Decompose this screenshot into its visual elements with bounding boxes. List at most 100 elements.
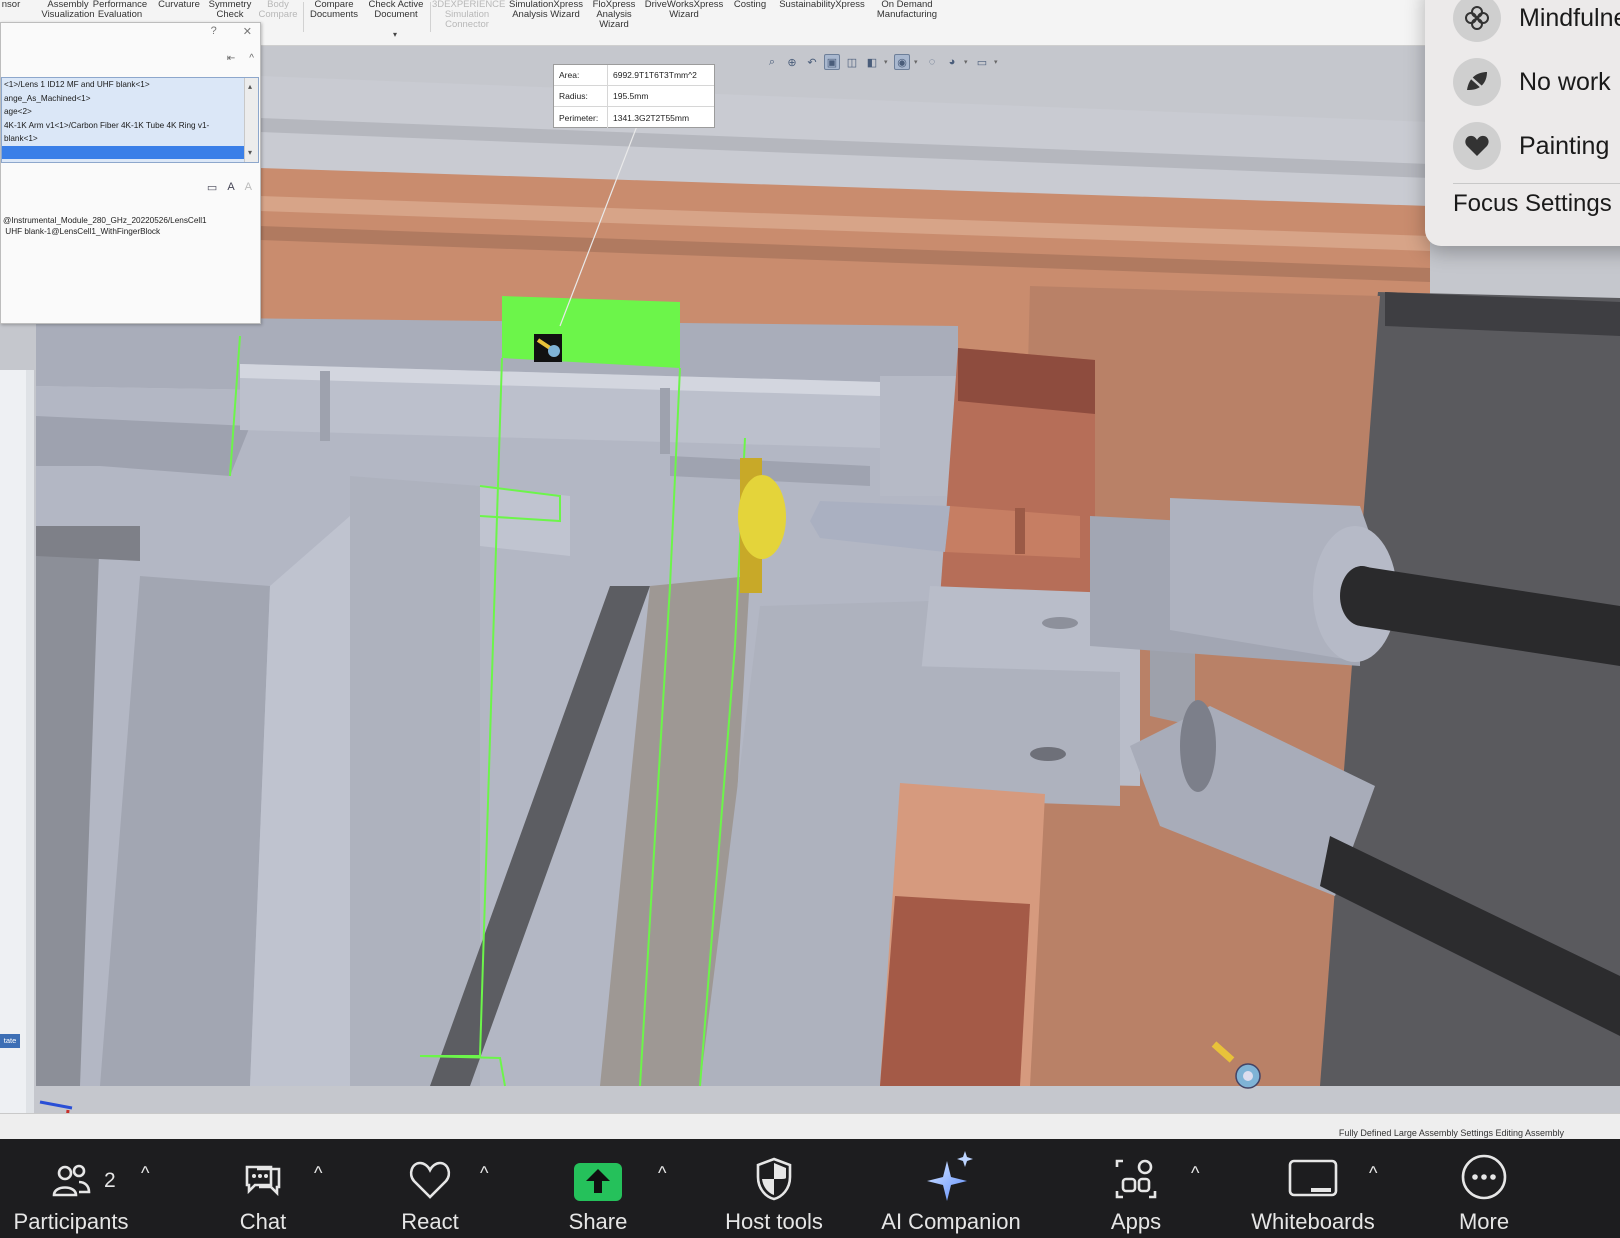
list-item[interactable]: age<2> — [2, 105, 258, 119]
focus-item-painting[interactable]: Painting — [1453, 122, 1609, 170]
ribbon-curvature-button[interactable]: Curvature — [156, 0, 202, 10]
participants-button[interactable]: Participants — [4, 1139, 138, 1238]
ribbon-sensor-button[interactable]: nsor — [0, 0, 22, 10]
focus-item-label: Painting — [1519, 131, 1610, 160]
ribbon-sustainabilityxpress-button[interactable]: SustainabilityXpress — [774, 0, 870, 10]
ribbon-separator — [303, 2, 304, 32]
whiteboard-icon — [1287, 1139, 1339, 1201]
focus-item-mindfulness[interactable]: Mindfulness — [1453, 0, 1620, 42]
chevron-down-icon[interactable]: ▾ — [393, 30, 397, 39]
chevron-down-icon[interactable]: ▾ — [914, 58, 920, 66]
display-style-icon[interactable]: ◉ — [894, 54, 910, 70]
react-button[interactable]: React — [390, 1139, 470, 1238]
chat-button[interactable]: Chat — [228, 1139, 298, 1238]
ribbon-body-compare-button[interactable]: Body Compare — [258, 0, 298, 20]
list-item[interactable]: <1>/Lens 1 ID12 MF and UHF blank<1> — [2, 78, 258, 92]
tab-state[interactable]: tate — [0, 1034, 20, 1048]
whiteboards-button[interactable]: Whiteboards — [1238, 1139, 1388, 1238]
chat-caret-icon[interactable]: ^ — [314, 1163, 322, 1184]
ribbon-3dexperience-simulation-connector-button[interactable]: 3DEXPERIENCE Simulation Connector — [432, 0, 505, 30]
selection-list[interactable]: <1>/Lens 1 ID12 MF and UHF blank<1> ange… — [1, 77, 259, 163]
units-icon[interactable]: ▭ — [207, 181, 217, 194]
react-caret-icon[interactable]: ^ — [480, 1163, 488, 1184]
copper-lower-dark — [880, 896, 1030, 1086]
ribbon-check-active-document-button[interactable]: Check Active Document — [364, 0, 428, 20]
feature-tree-strip: tate — [0, 370, 34, 1113]
ribbon-floxpress-button[interactable]: FloXpress Analysis Wizard — [590, 0, 638, 30]
rod-end-block — [880, 376, 958, 496]
rod-seam — [660, 388, 670, 454]
housing-left-column-top — [36, 526, 140, 561]
chat-icon — [241, 1139, 285, 1201]
vertical-scrollbar[interactable] — [26, 370, 34, 1113]
share-icon — [574, 1139, 622, 1201]
share-caret-icon[interactable]: ^ — [658, 1163, 666, 1184]
ribbon-simulationxpress-button[interactable]: SimulationXpress Analysis Wizard — [506, 0, 586, 20]
share-button[interactable]: Share — [560, 1139, 636, 1238]
ribbon-costing-button[interactable]: Costing — [730, 0, 770, 10]
zoom-meeting-toolbar: Participants 2 ^ Chat ^ React ^ Share ^ — [0, 1139, 1620, 1238]
apps-icon — [1113, 1139, 1159, 1201]
screen: nsor Assembly Visualization Performance … — [0, 0, 1620, 1238]
chevron-down-icon[interactable]: ▾ — [994, 58, 1000, 66]
list-item-selected[interactable] — [2, 145, 258, 159]
list-item[interactable]: ange_As_Machined<1> — [2, 92, 258, 106]
hide-show-items-icon[interactable]: ◌ — [924, 54, 940, 70]
panel-tools: ▭ A A — [207, 181, 252, 194]
more-button[interactable]: More — [1446, 1139, 1522, 1238]
list-scrollbar[interactable]: ▴ ▾ — [244, 78, 258, 162]
status-text: Fully Defined Large Assembly Settings Ed… — [1338, 1128, 1564, 1138]
help-icon[interactable]: ? — [211, 25, 217, 38]
section-view-icon[interactable]: ▣ — [824, 54, 840, 70]
chevron-down-icon[interactable]: ▾ — [964, 58, 970, 66]
copper-pin-ring — [1015, 508, 1025, 554]
menu-divider — [1453, 183, 1620, 184]
rod-seam — [320, 371, 330, 441]
view-orientation-icon[interactable]: ◧ — [864, 54, 880, 70]
support-inner — [350, 476, 480, 1086]
focus-settings-item[interactable]: Focus Settings — [1453, 190, 1612, 218]
view-settings-icon[interactable]: ▭ — [974, 54, 990, 70]
edit-appearance-icon[interactable]: ◕ — [944, 54, 960, 70]
leaf-icon — [1453, 58, 1501, 106]
list-item[interactable]: 4K-1K Arm v1<1>/Carbon Fiber 4K-1K Tube … — [2, 119, 258, 133]
selected-face — [502, 296, 680, 368]
host-tools-button[interactable]: Host tools — [712, 1139, 836, 1238]
measure-cursor-icon — [534, 334, 562, 362]
ribbon-driveworksxpress-button[interactable]: DriveWorksXpress Wizard — [642, 0, 726, 20]
ribbon-symmetry-check-button[interactable]: Symmetry Check — [206, 0, 254, 20]
zoom-to-area-icon[interactable]: ⊕ — [784, 54, 800, 70]
whiteboards-label: Whiteboards — [1251, 1209, 1375, 1234]
previous-view-icon[interactable]: ↶ — [804, 54, 820, 70]
ribbon-compare-documents-button[interactable]: Compare Documents — [306, 0, 362, 20]
share-label: Share — [568, 1209, 628, 1234]
focus-item-no-work[interactable]: No work — [1453, 58, 1611, 106]
font-icon[interactable]: A — [227, 181, 234, 194]
chevron-down-icon[interactable]: ▾ — [884, 58, 890, 66]
close-icon[interactable]: ✕ — [243, 25, 252, 38]
measure-radius-label: Radius: — [554, 86, 608, 106]
ribbon-on-demand-manufacturing-button[interactable]: On Demand Manufacturing — [872, 0, 942, 20]
host-tools-label: Host tools — [725, 1209, 823, 1234]
ai-companion-button[interactable]: AI Companion — [872, 1139, 1030, 1238]
participants-icon — [51, 1139, 91, 1201]
participants-caret-icon[interactable]: ^ — [141, 1163, 149, 1184]
whiteboards-caret-icon[interactable]: ^ — [1369, 1163, 1377, 1184]
bracket-hole — [1042, 617, 1078, 629]
apps-button[interactable]: Apps — [1098, 1139, 1174, 1238]
cylinder-lower-face — [1180, 700, 1216, 792]
ribbon-performance-evaluation-button[interactable]: Performance Evaluation — [86, 0, 154, 20]
selected-entity-path: @Instrumental_Module_280_GHz_20220526/Le… — [3, 216, 207, 236]
participants-count: 2 — [104, 1169, 116, 1192]
apps-caret-icon[interactable]: ^ — [1191, 1163, 1199, 1184]
chevron-up-icon[interactable]: ▴ — [248, 80, 252, 94]
more-label: More — [1458, 1209, 1510, 1234]
dynamic-annotation-icon[interactable]: ◫ — [844, 54, 860, 70]
collapse-icon[interactable]: ^ — [249, 53, 254, 64]
pin-icon[interactable]: ⇤ — [227, 53, 235, 64]
chevron-down-icon[interactable]: ▾ — [248, 146, 252, 160]
list-item[interactable]: blank<1> — [2, 132, 258, 146]
zoom-to-fit-icon[interactable]: ⌕ — [764, 54, 780, 70]
more-icon — [1460, 1139, 1508, 1201]
focus-item-label: No work — [1519, 67, 1611, 96]
